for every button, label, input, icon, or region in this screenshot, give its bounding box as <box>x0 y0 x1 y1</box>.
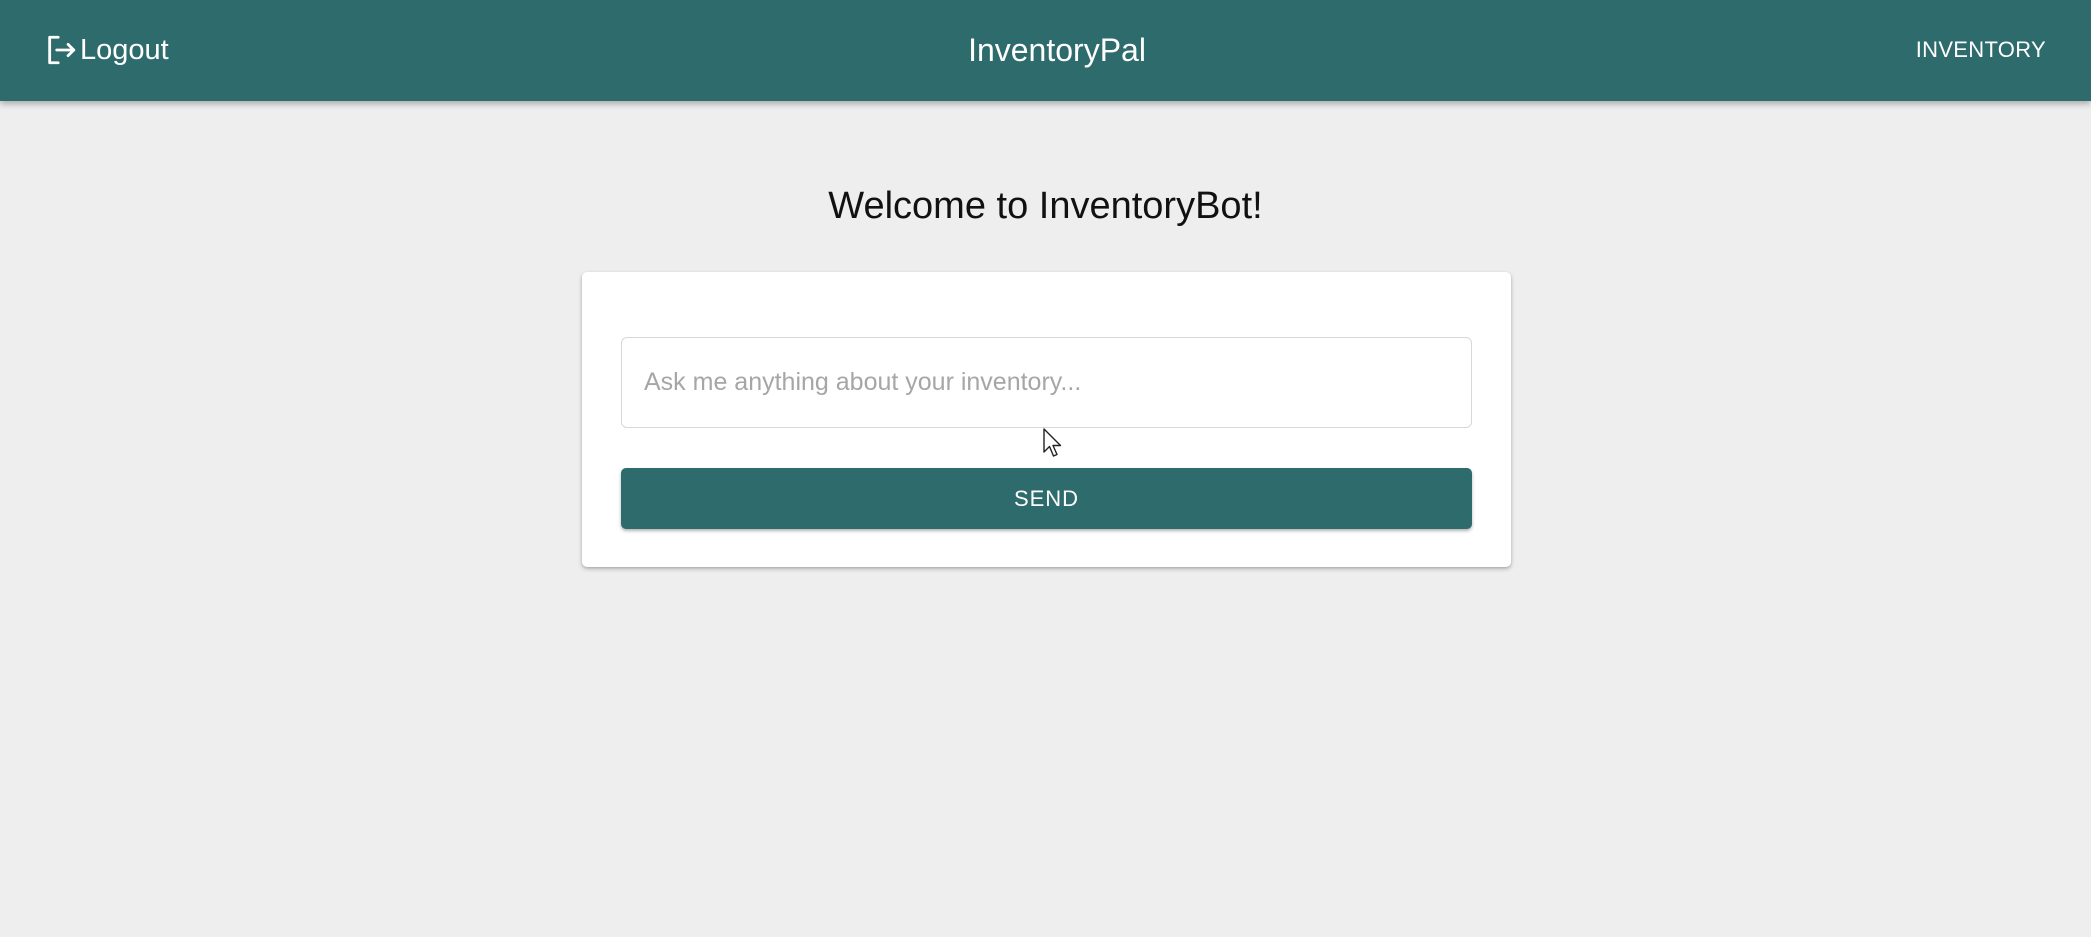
welcome-heading: Welcome to InventoryBot! <box>828 185 1263 227</box>
nav-inventory-link[interactable]: INVENTORY <box>1916 34 2046 66</box>
app-title-wrap: InventoryPal <box>0 28 2091 72</box>
logout-label: Logout <box>80 34 169 66</box>
chat-card: SEND <box>582 272 1511 567</box>
query-input[interactable] <box>621 337 1472 428</box>
logout-button[interactable]: Logout <box>44 30 169 70</box>
top-app-bar: Logout InventoryPal INVENTORY <box>0 0 2091 101</box>
logout-icon <box>44 33 78 67</box>
send-button[interactable]: SEND <box>621 468 1472 529</box>
app-title: InventoryPal <box>968 32 1146 68</box>
